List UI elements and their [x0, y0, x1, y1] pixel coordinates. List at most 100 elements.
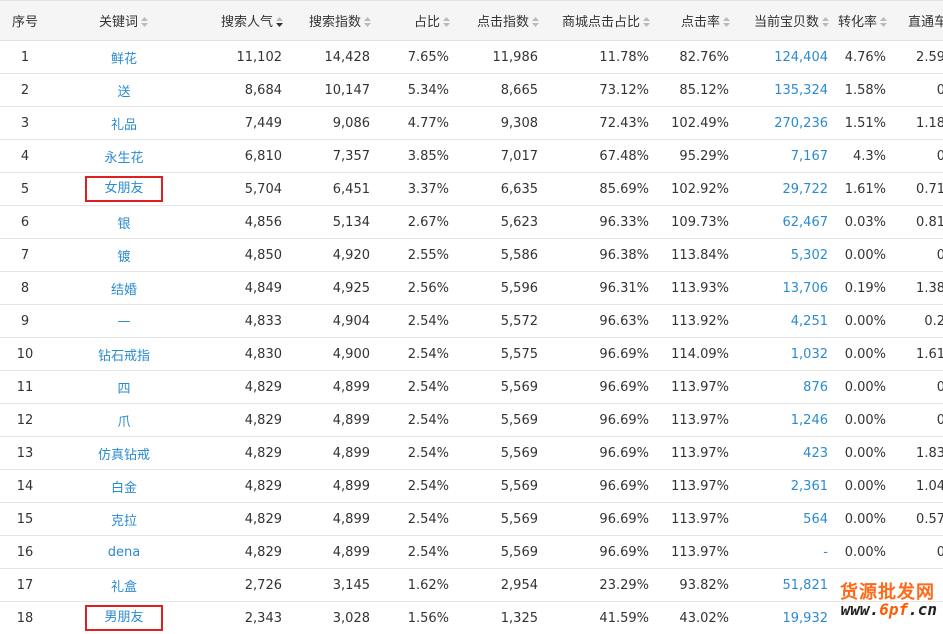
- item-count-link[interactable]: 1,032: [791, 347, 828, 362]
- cell-idx: 5: [0, 173, 50, 206]
- sort-icon[interactable]: [140, 16, 149, 28]
- cell-ztc: 0: [894, 74, 943, 107]
- cell-ctr: 102.49%: [657, 107, 737, 140]
- cell-value: 1.62%: [408, 578, 449, 593]
- item-count-link[interactable]: 51,821: [783, 578, 829, 593]
- sort-icon[interactable]: [642, 16, 651, 28]
- keyword-link[interactable]: 爪: [117, 415, 130, 430]
- keyword-link[interactable]: dena: [108, 545, 140, 560]
- keyword-link[interactable]: 鲜花: [111, 52, 137, 67]
- item-count-link[interactable]: -: [823, 545, 828, 560]
- column-header-3[interactable]: 搜索指数: [290, 1, 378, 41]
- sort-icon[interactable]: [363, 16, 372, 28]
- item-count-link[interactable]: 5,302: [791, 248, 828, 263]
- item-count-link[interactable]: 62,467: [783, 215, 829, 230]
- column-header-2[interactable]: 搜索人气: [198, 1, 290, 41]
- keyword-link[interactable]: 女朋友: [85, 176, 162, 202]
- keyword-link[interactable]: 四: [117, 382, 130, 397]
- table-row: 5女朋友5,7046,4513.37%6,63585.69%102.92%29,…: [0, 173, 943, 206]
- cell-kw: 白金: [50, 470, 198, 503]
- column-header-7[interactable]: 点击率: [657, 1, 737, 41]
- cell-value: 43.02%: [679, 611, 729, 626]
- keyword-link[interactable]: —: [118, 314, 131, 329]
- cell-value: 4,925: [333, 281, 370, 296]
- cell-value: 93.82%: [679, 578, 729, 593]
- cell-idx: 6: [0, 206, 50, 239]
- item-count-link[interactable]: 270,236: [774, 116, 828, 131]
- cell-sidx: 4,904: [290, 305, 378, 338]
- keyword-link[interactable]: 男朋友: [85, 605, 162, 631]
- item-count-link[interactable]: 423: [803, 446, 828, 461]
- cell-mall: 67.48%: [546, 140, 657, 173]
- sort-icon[interactable]: [442, 16, 451, 28]
- sort-icon[interactable]: [275, 16, 284, 28]
- column-header-0: 序号: [0, 1, 50, 41]
- cell-items: 62,467: [737, 206, 836, 239]
- item-count-link[interactable]: 7,167: [791, 149, 828, 164]
- cell-sidx: 3,028: [290, 602, 378, 634]
- cell-value: 3: [21, 116, 29, 131]
- cell-ctr: 114.09%: [657, 338, 737, 371]
- cell-pop: 7,449: [198, 107, 290, 140]
- cell-value: 6,451: [333, 182, 370, 197]
- sort-icon[interactable]: [722, 16, 731, 28]
- item-count-link[interactable]: 2,361: [791, 479, 828, 494]
- cell-pop: 8,684: [198, 74, 290, 107]
- cell-value: 9: [21, 314, 29, 329]
- cell-mall: 96.38%: [546, 239, 657, 272]
- cell-value: 7: [21, 248, 29, 263]
- item-count-link[interactable]: 29,722: [783, 182, 829, 197]
- table-row: 15克拉4,8294,8992.54%5,56996.69%113.97%564…: [0, 503, 943, 536]
- keyword-link[interactable]: 克拉: [111, 514, 137, 529]
- cell-value: 4,830: [245, 347, 282, 362]
- column-header-4[interactable]: 占比: [378, 1, 457, 41]
- column-header-6[interactable]: 商城点击占比: [546, 1, 657, 41]
- cell-cidx: 5,596: [457, 272, 546, 305]
- cell-items: 423: [737, 437, 836, 470]
- cell-value: 5.34%: [408, 83, 449, 98]
- column-header-8[interactable]: 当前宝贝数: [737, 1, 836, 41]
- item-count-link[interactable]: 1,246: [791, 413, 828, 428]
- sort-icon[interactable]: [879, 16, 888, 28]
- cell-items: -: [737, 536, 836, 569]
- keyword-link[interactable]: 白金: [111, 481, 137, 496]
- item-count-link[interactable]: 564: [803, 512, 828, 527]
- cell-sidx: 3,145: [290, 569, 378, 602]
- cell-items: 13,706: [737, 272, 836, 305]
- item-count-link[interactable]: 4,251: [791, 314, 828, 329]
- item-count-link[interactable]: 13,706: [783, 281, 829, 296]
- keyword-link[interactable]: 银: [117, 217, 130, 232]
- keyword-link[interactable]: 仿真钻戒: [98, 448, 150, 463]
- keyword-link[interactable]: 礼品: [111, 118, 137, 133]
- keyword-link[interactable]: 送: [117, 85, 130, 100]
- sort-icon[interactable]: [531, 16, 540, 28]
- cell-value: 0.00%: [845, 248, 886, 263]
- cell-value: 0: [937, 413, 943, 428]
- cell-value: 8: [21, 281, 29, 296]
- cell-conv: 1.61%: [836, 173, 894, 206]
- keyword-link[interactable]: 钻石戒指: [98, 349, 150, 364]
- cell-cidx: 5,569: [457, 470, 546, 503]
- item-count-link[interactable]: 124,404: [774, 50, 828, 65]
- sort-icon[interactable]: [821, 16, 830, 28]
- cell-conv: 0.00%: [836, 338, 894, 371]
- cell-value: 67.48%: [599, 149, 649, 164]
- item-count-link[interactable]: 19,932: [783, 611, 829, 626]
- keyword-link[interactable]: 礼盒: [111, 580, 137, 595]
- keyword-link[interactable]: 镀: [117, 250, 130, 265]
- cell-mall: 96.63%: [546, 305, 657, 338]
- item-count-link[interactable]: 876: [803, 380, 828, 395]
- column-header-5[interactable]: 点击指数: [457, 1, 546, 41]
- cell-kw: 四: [50, 371, 198, 404]
- cell-sidx: 10,147: [290, 74, 378, 107]
- cell-value: 10: [17, 347, 34, 362]
- keyword-link[interactable]: 结婚: [111, 283, 137, 298]
- cell-pop: 4,856: [198, 206, 290, 239]
- item-count-link[interactable]: 135,324: [774, 83, 828, 98]
- cell-value: 41.59%: [599, 611, 649, 626]
- column-header-1[interactable]: 关键词: [50, 1, 198, 41]
- keyword-link[interactable]: 永生花: [104, 151, 143, 166]
- cell-value: 2.59: [916, 50, 943, 65]
- column-header-9[interactable]: 转化率: [836, 1, 894, 41]
- cell-ztc: 2.59: [894, 41, 943, 74]
